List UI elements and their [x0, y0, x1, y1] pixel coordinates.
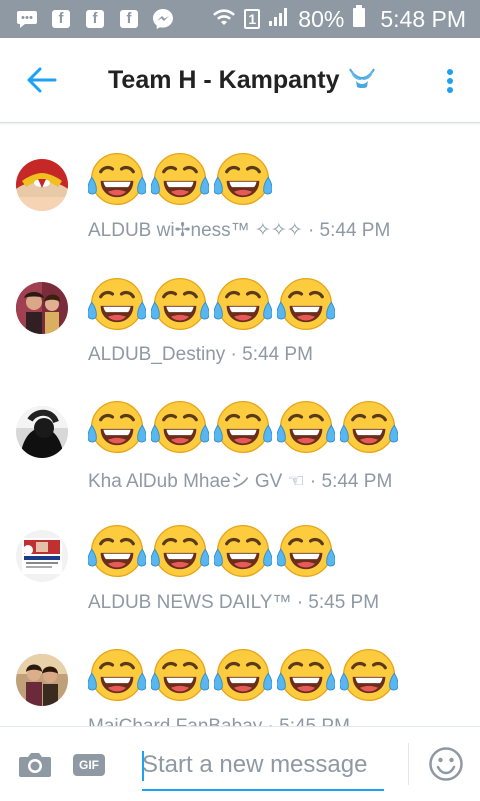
tears-of-joy-emoji — [276, 646, 336, 709]
avatar[interactable] — [16, 530, 68, 582]
sim-badge: 1 — [244, 9, 261, 29]
tears-of-joy-emoji — [213, 646, 273, 709]
tears-of-joy-emoji — [339, 646, 399, 709]
message-meta: ALDUB_Destiny · 5:44 PM — [88, 344, 313, 365]
message-input[interactable] — [142, 745, 384, 785]
emoji-row — [87, 398, 399, 461]
facebook-icon: f — [84, 8, 106, 30]
message-meta: MaiChard FanBabay · 5:45 PM — [88, 716, 350, 726]
back-arrow-icon[interactable] — [26, 66, 58, 94]
battery-percent: 80% — [298, 5, 345, 32]
conversation-header: Team H - Kampanty — [0, 38, 480, 123]
avatar[interactable] — [16, 654, 68, 706]
emoji-row — [87, 646, 399, 709]
clock: 5:48 PM — [380, 5, 466, 32]
tears-of-joy-emoji — [213, 275, 273, 338]
tears-of-joy-emoji — [150, 150, 210, 213]
tears-of-joy-emoji — [87, 646, 147, 709]
tears-of-joy-emoji — [276, 275, 336, 338]
avatar[interactable] — [16, 406, 68, 458]
tears-of-joy-emoji — [150, 275, 210, 338]
tears-of-joy-emoji — [150, 646, 210, 709]
tears-of-joy-emoji — [150, 522, 210, 585]
messages-icon — [16, 8, 38, 30]
message-input-wrapper — [142, 745, 384, 791]
signal-icon — [268, 6, 290, 33]
tears-of-joy-emoji — [276, 522, 336, 585]
message-meta: ALDUB NEWS DAILY™ · 5:45 PM — [88, 592, 380, 613]
status-bar: f f f 1 80% 5:48 PM — [0, 0, 480, 38]
tears-of-joy-emoji — [276, 398, 336, 461]
conversation-title[interactable]: Team H - Kampanty — [108, 66, 376, 96]
facebook-icon: f — [118, 8, 140, 30]
tears-of-joy-emoji — [213, 150, 273, 213]
avatar[interactable] — [16, 282, 68, 334]
messenger-icon — [152, 8, 174, 30]
tears-of-joy-emoji — [87, 275, 147, 338]
text-caret — [142, 751, 144, 781]
more-vertical-icon[interactable] — [446, 68, 454, 94]
system-status: 1 80% 5:48 PM — [212, 0, 466, 38]
composer: GIF — [0, 726, 480, 801]
emoji-row — [87, 275, 336, 338]
battery-icon — [352, 5, 366, 33]
smiley-icon[interactable] — [428, 746, 464, 782]
notification-icons: f f f — [0, 8, 174, 30]
message-meta: ALDUB wi✢ness™ ✧✧✧ · 5:44 PM — [88, 220, 391, 241]
tears-of-joy-emoji — [339, 398, 399, 461]
tears-of-joy-emoji — [213, 398, 273, 461]
emoji-row — [87, 150, 273, 213]
conversation-title-text: Team H - Kampanty — [108, 66, 340, 94]
emoji-row — [87, 522, 336, 585]
tears-of-joy-emoji — [150, 398, 210, 461]
message-meta: Kha AlDub Mhaeシ GV ☜ · 5:44 PM — [88, 471, 393, 492]
wifi-icon — [212, 6, 236, 33]
gif-button[interactable]: GIF — [73, 754, 105, 776]
tears-of-joy-emoji — [87, 522, 147, 585]
camera-icon[interactable] — [18, 751, 52, 779]
tears-of-joy-emoji — [87, 150, 147, 213]
avatar[interactable] — [16, 159, 68, 211]
composer-divider — [408, 743, 409, 785]
tears-of-joy-emoji — [213, 522, 273, 585]
tears-of-joy-emoji — [87, 398, 147, 461]
message-list[interactable]: ALDUB wi✢ness™ ✧✧✧ · 5:44 PM ALDUB_Desti… — [0, 123, 480, 726]
bikini-icon — [348, 67, 376, 96]
facebook-icon: f — [50, 8, 72, 30]
